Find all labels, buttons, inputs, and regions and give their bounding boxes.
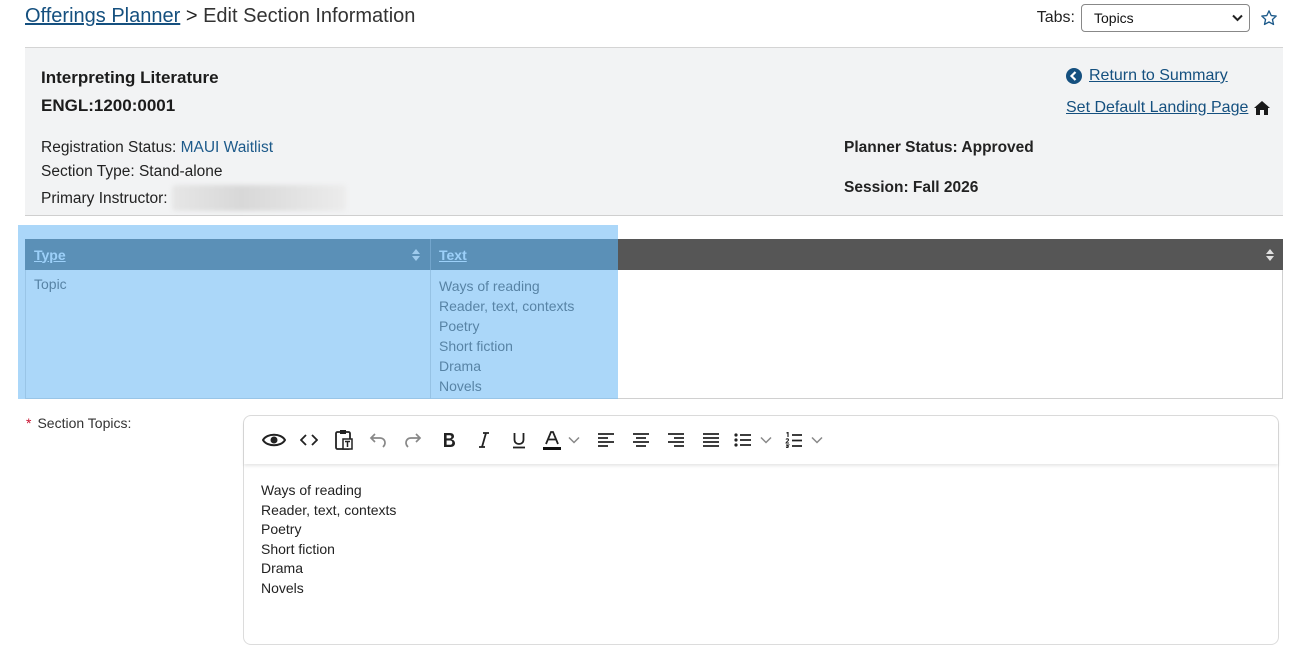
breadcrumb: Offerings Planner > Edit Section Informa… [25,5,415,28]
rich-text-editor: Ways of reading Reader, text, contexts P… [243,415,1279,645]
column-header-type: Type [25,239,430,270]
preview-button[interactable] [261,428,287,452]
italic-icon [479,432,489,448]
registration-status: Registration Status: MAUI Waitlist [41,139,273,157]
underline-icon [513,432,525,448]
star-icon[interactable] [1260,9,1278,27]
topic-line: Poetry [439,318,480,334]
editor-line: Reader, text, contexts [261,501,397,518]
editor-toolbar [244,416,1278,464]
chevron-down-icon [811,436,823,444]
chevron-down-icon [1232,14,1243,22]
redo-button[interactable] [401,428,425,452]
numbered-list-button[interactable] [785,428,829,452]
code-icon [300,434,318,446]
chevron-down-icon [568,436,580,444]
return-to-summary: Return to Summary [1066,67,1228,85]
align-justify-button[interactable] [699,428,723,452]
breadcrumb-separator: > [185,5,198,27]
text-color-icon [543,431,561,450]
column-header-text: Text [430,239,618,270]
bullet-list-button[interactable] [734,428,778,452]
instructor-name-redacted [171,185,346,211]
course-code: ENGL:1200:0001 [41,96,176,115]
editor-line: Novels [261,579,304,596]
undo-icon [369,433,386,448]
numbered-list-icon [785,432,802,448]
topic-line: Reader, text, contexts [439,298,575,314]
underline-button[interactable] [507,428,531,452]
redo-icon [405,433,422,448]
home-icon [1254,101,1271,115]
sort-icon[interactable] [1266,249,1274,261]
align-center-button[interactable] [629,428,653,452]
editor-line: Drama [261,560,304,577]
return-to-summary-link[interactable]: Return to Summary [1089,67,1228,85]
editor-line: Poetry [261,521,302,538]
registration-status-value: MAUI Waitlist [180,139,274,156]
align-left-button[interactable] [594,428,618,452]
planner-status: Planner Status: Approved [844,139,1034,156]
sort-by-type-link[interactable]: Type [34,247,66,263]
align-right-icon [668,433,684,447]
set-default-landing: Set Default Landing Page [1066,99,1271,117]
italic-button[interactable] [472,428,496,452]
column-divider [430,270,431,399]
table-cell-type: Topic [34,276,67,292]
align-center-icon [633,433,649,447]
editor-line: Short fiction [261,540,335,557]
breadcrumb-offerings-planner-link[interactable]: Offerings Planner [25,5,180,27]
eye-icon [262,433,286,447]
registration-status-label: Registration Status: [41,139,177,156]
tabs-selected-value: Topics [1094,10,1134,26]
editor-line: Ways of reading [261,482,362,498]
align-justify-icon [703,433,719,447]
topic-line: Short fiction [439,338,513,354]
chevron-down-icon [760,436,772,444]
primary-instructor-label: Primary Instructor: [41,190,168,207]
align-left-icon [598,433,614,447]
sort-icon[interactable] [412,249,420,261]
page-title: Edit Section Information [203,5,416,27]
bold-icon [444,433,455,447]
section-topics-label-text: Section Topics: [37,415,132,431]
tabs-control: Tabs: Topics [1037,4,1278,32]
primary-instructor: Primary Instructor: [41,185,346,211]
sort-by-text-link[interactable]: Text [439,247,467,263]
table-cell-text: Ways of reading Reader, text, contexts P… [439,276,574,396]
section-info-panel: Interpreting Literature ENGL:1200:0001 R… [25,47,1283,216]
table-header: Type Text [25,239,1283,270]
set-default-landing-link[interactable]: Set Default Landing Page [1066,99,1248,117]
arrow-circle-left-icon [1066,68,1082,84]
topic-line: Ways of reading [439,278,540,294]
bullet-list-icon [734,433,751,447]
source-code-button[interactable] [297,428,321,452]
paste-text-button[interactable] [332,428,356,452]
session: Session: Fall 2026 [844,179,979,196]
section-type: Section Type: Stand-alone [41,163,223,180]
course-title: Interpreting Literature [41,68,219,87]
bold-button[interactable] [437,428,461,452]
section-topics-label: * Section Topics: [26,415,131,431]
editor-content-area[interactable]: Ways of reading Reader, text, contexts P… [261,481,396,599]
align-right-button[interactable] [664,428,688,452]
tabs-select[interactable]: Topics [1081,4,1250,32]
topic-line: Novels [439,378,482,394]
clipboard-icon [335,430,353,450]
text-color-button[interactable] [542,428,586,452]
tabs-label: Tabs: [1036,9,1075,26]
undo-button[interactable] [366,428,390,452]
required-marker: * [26,415,32,431]
topic-line: Drama [439,358,482,374]
topics-table: Type Text Topic Ways of reading Reader, … [25,239,1283,399]
